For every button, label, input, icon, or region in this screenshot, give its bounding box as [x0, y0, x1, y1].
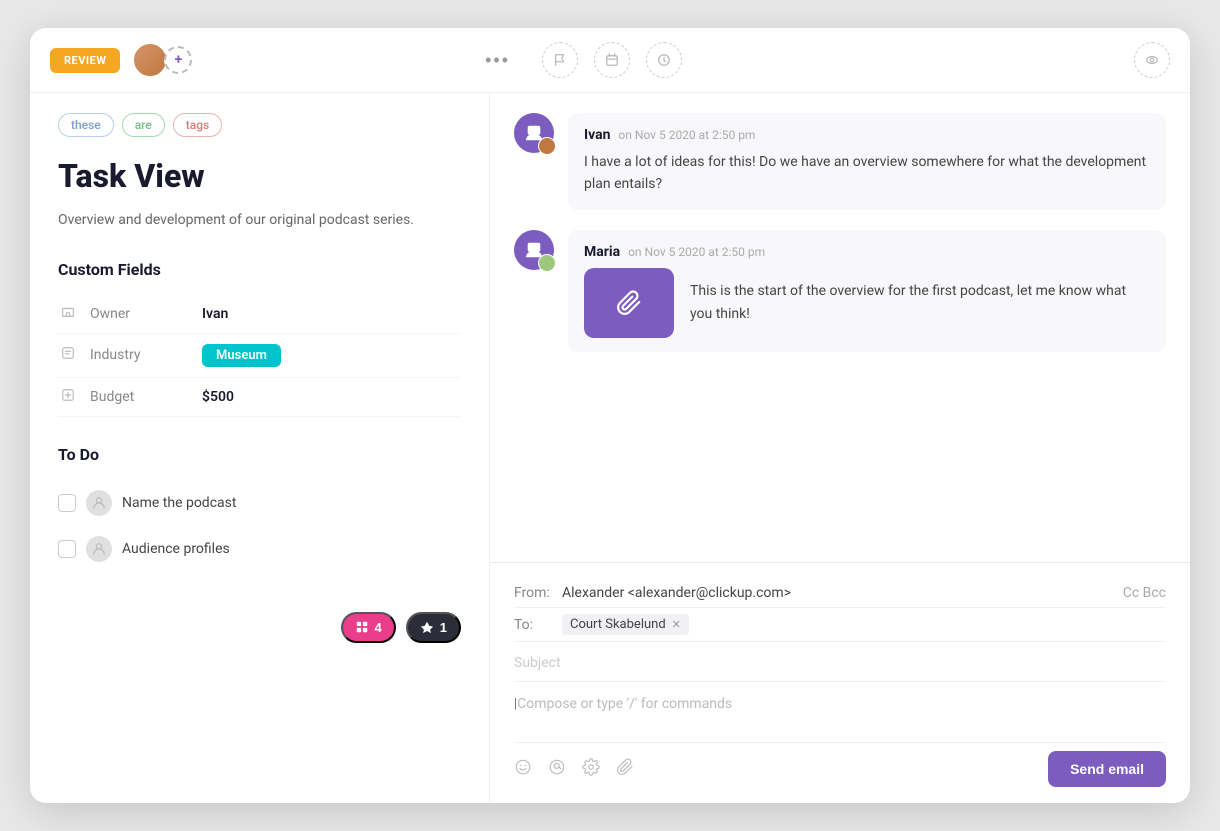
avatar-group: + — [132, 42, 192, 78]
comment-avatar-ivan — [514, 113, 554, 153]
budget-field-icon — [58, 388, 78, 406]
subject-input[interactable]: Subject — [514, 655, 561, 671]
comment-body-ivan: Ivan on Nov 5 2020 at 2:50 pm I have a l… — [568, 113, 1166, 210]
attachment-preview[interactable] — [584, 268, 674, 338]
subject-row: Subject — [514, 642, 1166, 682]
badge-1-count: 1 — [440, 620, 447, 635]
todo-label-2: Audience profiles — [122, 541, 230, 557]
review-badge: REVIEW — [50, 48, 120, 73]
comment-time-ivan: on Nov 5 2020 at 2:50 pm — [618, 128, 755, 142]
mention-button[interactable] — [548, 758, 566, 781]
compose-placeholder: Compose or type '/' for commands — [517, 696, 732, 712]
calendar-button[interactable] — [594, 42, 630, 78]
comment-text-ivan: I have a lot of ideas for this! Do we ha… — [584, 151, 1150, 196]
field-row-budget: Budget $500 — [58, 378, 461, 417]
comment-author-ivan: Ivan — [584, 127, 610, 143]
todo-avatar-2 — [86, 536, 112, 562]
todo-avatar-1 — [86, 490, 112, 516]
tag-tags[interactable]: tags — [173, 113, 222, 137]
toolbar-right — [522, 42, 1170, 78]
industry-field-value[interactable]: Museum — [202, 344, 281, 367]
badge-count-1[interactable]: 1 — [406, 612, 461, 643]
email-to-row: To: Court Skabelund ✕ — [514, 608, 1166, 642]
todo-checkbox-1[interactable] — [58, 494, 76, 512]
from-label: From: — [514, 585, 554, 601]
attachment-button[interactable] — [616, 758, 634, 781]
budget-field-value: $500 — [202, 389, 234, 405]
add-member-button[interactable]: + — [164, 46, 192, 74]
email-from-row: From: Alexander <alexander@clickup.com> … — [514, 579, 1166, 608]
emoji-button[interactable] — [514, 758, 532, 781]
compose-area[interactable]: |Compose or type '/' for commands — [514, 682, 1166, 742]
industry-field-name: Industry — [90, 347, 190, 363]
tag-these[interactable]: these — [58, 113, 114, 137]
comment-time-maria: on Nov 5 2020 at 2:50 pm — [628, 245, 765, 259]
comment-maria: Maria on Nov 5 2020 at 2:50 pm This is t… — [514, 230, 1166, 352]
comment-body-maria: Maria on Nov 5 2020 at 2:50 pm This is t… — [568, 230, 1166, 352]
badge-count-4[interactable]: 4 — [341, 612, 396, 643]
comments-area: Ivan on Nov 5 2020 at 2:50 pm I have a l… — [490, 93, 1190, 562]
cc-bcc[interactable]: Cc Bcc — [1123, 585, 1166, 601]
custom-fields-section: Custom Fields Owner Ivan — [58, 260, 461, 417]
tag-are[interactable]: are — [122, 113, 165, 137]
comment-attachment-wrapper: This is the start of the overview for th… — [584, 268, 1150, 338]
badge-4-count: 4 — [375, 620, 382, 635]
tags-row: these are tags — [58, 113, 461, 137]
from-value: Alexander <alexander@clickup.com> — [562, 585, 1115, 601]
email-toolbar: Send email — [514, 742, 1166, 787]
comment-header-ivan: Ivan on Nov 5 2020 at 2:50 pm — [584, 127, 1150, 143]
todo-item-1: Name the podcast — [58, 480, 461, 526]
app-container: REVIEW + ••• — [30, 28, 1190, 803]
todo-section: To Do Name the podcast — [58, 445, 461, 572]
owner-field-icon — [58, 305, 78, 323]
owner-field-value: Ivan — [202, 306, 228, 322]
eye-button[interactable] — [1134, 42, 1170, 78]
task-description: Overview and development of our original… — [58, 209, 461, 231]
flag-button[interactable] — [542, 42, 578, 78]
todo-checkbox-2[interactable] — [58, 540, 76, 558]
field-row-owner: Owner Ivan — [58, 295, 461, 334]
clock-button[interactable] — [646, 42, 682, 78]
budget-field-name: Budget — [90, 389, 190, 405]
todo-item-2: Audience profiles — [58, 526, 461, 572]
owner-field-name: Owner — [90, 306, 190, 322]
send-email-button[interactable]: Send email — [1048, 751, 1166, 787]
to-label: To: — [514, 617, 554, 633]
bottom-badges: 4 1 — [58, 572, 461, 643]
comment-avatar-maria — [514, 230, 554, 270]
to-recipient: Court Skabelund — [570, 617, 666, 632]
todo-label-1: Name the podcast — [122, 495, 236, 511]
email-compose: From: Alexander <alexander@clickup.com> … — [490, 562, 1190, 803]
industry-field-icon — [58, 346, 78, 364]
maria-avatar-small — [538, 254, 556, 272]
toolbar-left: REVIEW + ••• — [50, 42, 510, 78]
right-panel: Ivan on Nov 5 2020 at 2:50 pm I have a l… — [490, 93, 1190, 803]
remove-recipient-button[interactable]: ✕ — [672, 618, 681, 631]
comment-header-maria: Maria on Nov 5 2020 at 2:50 pm — [584, 244, 1150, 260]
comment-text-maria: This is the start of the overview for th… — [690, 280, 1150, 325]
field-row-industry: Industry Museum — [58, 334, 461, 378]
main-content: these are tags Task View Overview and de… — [30, 93, 1190, 803]
ivan-avatar-small — [538, 137, 556, 155]
toolbar: REVIEW + ••• — [30, 28, 1190, 93]
custom-fields-title: Custom Fields — [58, 260, 461, 279]
to-chip[interactable]: Court Skabelund ✕ — [562, 614, 689, 635]
todo-title: To Do — [58, 445, 461, 464]
task-title: Task View — [58, 157, 461, 195]
settings-button[interactable] — [582, 758, 600, 781]
left-panel: these are tags Task View Overview and de… — [30, 93, 490, 803]
avatar — [132, 42, 168, 78]
comment-ivan: Ivan on Nov 5 2020 at 2:50 pm I have a l… — [514, 113, 1166, 210]
more-options-button[interactable]: ••• — [485, 50, 510, 71]
comment-author-maria: Maria — [584, 244, 620, 260]
